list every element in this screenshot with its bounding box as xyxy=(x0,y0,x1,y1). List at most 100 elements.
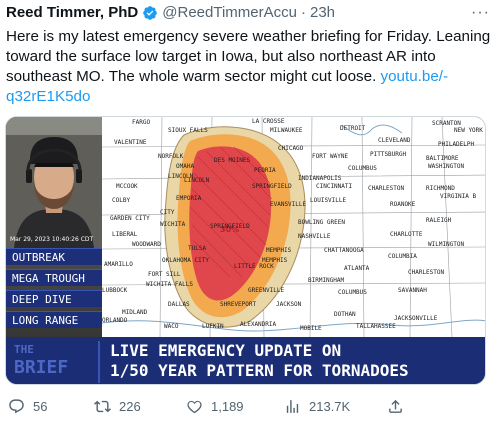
city-label: ALEXANDRIA xyxy=(240,321,277,328)
more-icon[interactable]: ··· xyxy=(471,4,490,22)
webcam-timestamp: Mar 29, 2023 10:40:26 CDT xyxy=(10,236,94,243)
city-label: RALEIGH xyxy=(426,217,452,224)
retweet-count: 226 xyxy=(119,399,141,414)
city-label: GARDEN CITY xyxy=(110,215,150,222)
retweet-button[interactable]: 226 xyxy=(94,398,141,415)
city-label: WASHINGTON xyxy=(428,163,465,170)
menu-item-deep-dive: DEEP DIVE xyxy=(6,290,102,307)
city-label: COLUMBIA xyxy=(388,253,417,260)
weather-risk-map: 30% LA CROSSE SCRANTON NEW YORK SIOUX FA… xyxy=(102,117,485,337)
city-label: COLUMBUS xyxy=(338,289,367,296)
headline-line-2: 1/50 YEAR PATTERN FOR TORNADOES xyxy=(110,361,409,380)
like-count: 1,189 xyxy=(211,399,244,414)
city-label: EMPORIA xyxy=(176,195,202,202)
city-label: ATLANTA xyxy=(344,265,370,272)
city-label: BIRMINGHAM xyxy=(308,277,345,284)
headline-line-1: LIVE EMERGENCY UPDATE ON xyxy=(110,341,342,360)
city-label: LUFKIN xyxy=(202,323,224,330)
city-label: SPRINGFIELD xyxy=(252,183,292,190)
city-label: PHILADELPH xyxy=(438,141,475,148)
menu-item-long-range: LONG RANGE xyxy=(6,311,102,328)
city-label: MILWAUKEE xyxy=(270,127,303,134)
verified-badge-icon xyxy=(142,5,158,21)
city-label: PEORIA xyxy=(254,167,276,174)
city-label: LINCOLN xyxy=(184,177,210,184)
city-label: EVANSVILLE xyxy=(270,201,307,208)
city-label: WOODWARD xyxy=(132,241,161,248)
views-count: 213.7K xyxy=(309,399,351,414)
tweet-text: Here is my latest emergency severe weath… xyxy=(6,27,491,107)
author-name[interactable]: Reed Timmer, PhD xyxy=(6,4,138,21)
city-label: CHICAGO xyxy=(278,145,304,152)
city-label: CHARLESTON xyxy=(368,185,405,192)
city-label: LITTLE ROCK xyxy=(234,263,274,270)
separator: · xyxy=(300,4,306,21)
retweet-icon xyxy=(94,400,111,413)
banner-divider xyxy=(98,341,100,383)
city-label: MEMPHIS xyxy=(262,257,288,264)
views-icon xyxy=(286,400,299,413)
city-label: SAVANNAH xyxy=(398,287,427,294)
city-label: BOWLING GREEN xyxy=(298,219,345,226)
city-label: DES MOINES xyxy=(214,157,251,164)
tweet-action-bar: 56 226 1,189 213.7K xyxy=(0,398,500,422)
city-label: LUBBOCK xyxy=(102,287,128,294)
city-label: FARGO xyxy=(132,119,151,126)
share-button[interactable] xyxy=(387,398,412,415)
city-label: DETROIT xyxy=(340,125,366,132)
city-label: VIRGINIA B xyxy=(440,193,477,200)
city-label: WACO xyxy=(164,323,179,330)
city-label: COLUMBUS xyxy=(348,165,377,172)
city-label: AMARILLO xyxy=(104,261,133,268)
video-headline: LIVE EMERGENCY UPDATE ON 1/50 YEAR PATTE… xyxy=(110,341,409,381)
city-label: FORT SILL xyxy=(148,271,181,278)
city-label: SPRINGFIELD xyxy=(210,223,250,230)
city-label: MIDLAND xyxy=(122,309,148,316)
reply-count: 56 xyxy=(33,399,48,414)
city-label: TALLAHASSEE xyxy=(356,323,396,330)
video-banner: THE BRIEF LIVE EMERGENCY UPDATE ON 1/50 … xyxy=(6,337,485,384)
city-label: CHARLESTON xyxy=(408,269,445,276)
city-label: JACKSON xyxy=(276,301,302,308)
city-label: LIBERAL xyxy=(112,231,138,238)
city-label: CLEVELAND xyxy=(378,137,411,144)
city-label: SCRANTON xyxy=(432,120,461,127)
menu-item-outbreak: OUTBREAK xyxy=(6,248,102,265)
city-label: MEMPHIS xyxy=(266,247,292,254)
city-label: PITTSBURGH xyxy=(370,151,407,158)
city-label: MOBILE xyxy=(300,325,322,332)
city-label: DALLAS xyxy=(168,301,190,308)
city-label: CHARLOTTE xyxy=(390,231,423,238)
city-label: OKLAHOMA CITY xyxy=(162,257,209,264)
city-label: CHATTANOOGA xyxy=(324,247,364,254)
presenter-image xyxy=(6,117,102,248)
like-button[interactable]: 1,189 xyxy=(186,398,244,415)
city-label: WILMINGTON xyxy=(428,241,465,248)
city-label: TULSA xyxy=(188,245,207,252)
city-label: ORLANDO xyxy=(102,317,128,324)
city-label: VALENTINE xyxy=(114,139,147,146)
city-label: WICHITA FALLS xyxy=(146,281,193,288)
menu-item-mega-trough: MEGA TROUGH xyxy=(6,269,102,286)
city-label: JACKSONVILLE xyxy=(394,315,438,322)
share-icon xyxy=(389,399,402,413)
city-label: WICHITA xyxy=(160,221,186,228)
city-label: OMAHA xyxy=(176,163,195,170)
author-handle[interactable]: @ReedTimmerAccu xyxy=(162,4,297,21)
city-label: GREENVILLE xyxy=(248,287,285,294)
reply-icon xyxy=(9,399,24,414)
city-label: LOUISVILLE xyxy=(310,197,347,204)
city-label: CITY xyxy=(160,209,175,216)
views-button[interactable]: 213.7K xyxy=(284,398,350,415)
video-media-card[interactable]: Mar 29, 2023 10:40:26 CDT OUTBREAK MEGA … xyxy=(5,116,486,385)
city-label: NASHVILLE xyxy=(298,233,331,240)
timestamp[interactable]: 23h xyxy=(310,4,335,21)
city-label: CINCINNATI xyxy=(316,183,353,190)
city-label: RICHMOND xyxy=(426,185,455,192)
brand-bottom: BRIEF xyxy=(14,357,69,378)
city-label: ROANOKE xyxy=(390,201,416,208)
city-label: BALTIMORE xyxy=(426,155,459,162)
city-label: SIOUX FALLS xyxy=(168,127,208,134)
like-icon xyxy=(187,400,202,414)
reply-button[interactable]: 56 xyxy=(8,398,47,415)
